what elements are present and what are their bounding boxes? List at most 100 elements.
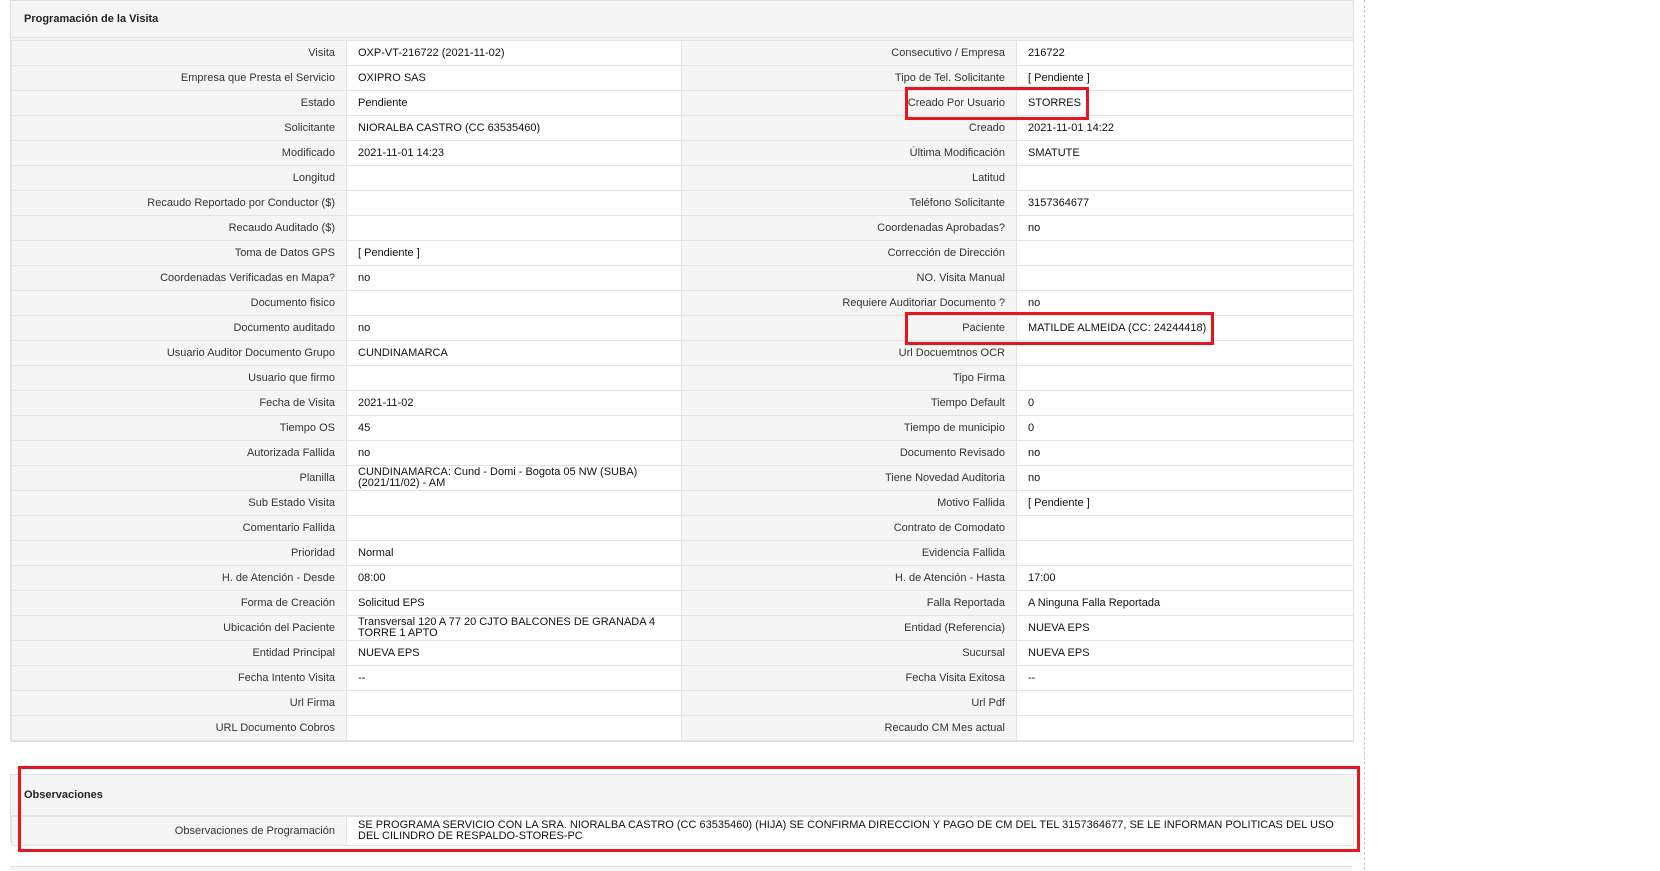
field-value bbox=[346, 290, 682, 316]
field-label: Url Docuemtnos OCR bbox=[681, 340, 1017, 366]
field-value: -- bbox=[346, 665, 682, 691]
field-label: Creado bbox=[681, 115, 1017, 141]
table-row: Prioridad Normal Evidencia Fallida bbox=[11, 540, 1354, 566]
field-value: [ Pendiente ] bbox=[1016, 65, 1354, 91]
field-value: NUEVA EPS bbox=[1016, 640, 1354, 666]
table-row: Url Firma Url Pdf bbox=[11, 690, 1354, 716]
visit-details-table: Visita OXP-VT-216722 (2021-11-02) Consecut… bbox=[11, 40, 1354, 741]
observations-label: Observaciones de Programación bbox=[11, 816, 347, 846]
field-value: [ Pendiente ] bbox=[346, 240, 682, 266]
field-label: Usuario que firmo bbox=[11, 365, 347, 391]
table-row: Tiempo OS 45 Tiempo de municipio 0 bbox=[11, 415, 1354, 441]
field-value: Solicitud EPS bbox=[346, 590, 682, 616]
table-row: Visita OXP-VT-216722 (2021-11-02) Consecut… bbox=[11, 40, 1354, 66]
field-value: no bbox=[346, 440, 682, 466]
table-row: Fecha Intento Visita -- Fecha Visita Exit… bbox=[11, 665, 1354, 691]
field-value bbox=[1016, 540, 1354, 566]
field-label: Fecha de Visita bbox=[11, 390, 347, 416]
field-value: 0 bbox=[1016, 390, 1354, 416]
field-value: OXP-VT-216722 (2021-11-02) bbox=[346, 40, 682, 66]
table-row: Documento fisico Requiere Auditoriar Docu… bbox=[11, 290, 1354, 316]
table-row: Coordenadas Verificadas en Mapa? no NO. V… bbox=[11, 265, 1354, 291]
field-value: no bbox=[1016, 215, 1354, 241]
field-value: SMATUTE bbox=[1016, 140, 1354, 166]
table-row: Recaudo Auditado ($) Coordenadas Aprobada… bbox=[11, 215, 1354, 241]
field-label: Autorizada Fallida bbox=[11, 440, 347, 466]
field-value: no bbox=[1016, 465, 1354, 491]
field-label: Creado Por Usuario bbox=[681, 90, 1017, 116]
field-value: 17:00 bbox=[1016, 565, 1354, 591]
field-value: no bbox=[1016, 440, 1354, 466]
field-label: Contrato de Comodato bbox=[681, 515, 1017, 541]
field-value bbox=[346, 165, 682, 191]
field-label: Tiene Novedad Auditoria bbox=[681, 465, 1017, 491]
field-value bbox=[346, 365, 682, 391]
field-label: Corrección de Dirección bbox=[681, 240, 1017, 266]
table-row: Estado Pendiente Creado Por Usuario STORRES bbox=[11, 90, 1354, 116]
field-value bbox=[1016, 165, 1354, 191]
field-value: no bbox=[1016, 290, 1354, 316]
field-label: Última Modificación bbox=[681, 140, 1017, 166]
field-label: Usuario Auditor Documento Grupo bbox=[11, 340, 347, 366]
field-label: Tipo Firma bbox=[681, 365, 1017, 391]
field-value bbox=[1016, 515, 1354, 541]
table-row: Documento auditado no Paciente MATILDE ALM… bbox=[11, 315, 1354, 341]
field-label: Estado bbox=[11, 90, 347, 116]
field-label: Forma de Creación bbox=[11, 590, 347, 616]
field-label: Toma de Datos GPS bbox=[11, 240, 347, 266]
field-label: Consecutivo / Empresa bbox=[681, 40, 1017, 66]
table-row: Planilla CUNDINAMARCA: Cund - Domi - Bogo… bbox=[11, 465, 1354, 491]
field-label: Tiempo OS bbox=[11, 415, 347, 441]
field-value bbox=[1016, 715, 1354, 741]
field-label: H. de Atención - Desde bbox=[11, 565, 347, 591]
field-label: Entidad Principal bbox=[11, 640, 347, 666]
observations-title: Observaciones bbox=[11, 775, 1353, 816]
table-row: Forma de Creación Solicitud EPS Falla Repo… bbox=[11, 590, 1354, 616]
field-label: Requiere Auditoriar Documento ? bbox=[681, 290, 1017, 316]
field-value bbox=[1016, 240, 1354, 266]
observations-table: Observaciones de Programación SE PROGRAM… bbox=[11, 816, 1354, 846]
field-label: Latitud bbox=[681, 165, 1017, 191]
field-label: Visita bbox=[11, 40, 347, 66]
field-label: Planilla bbox=[11, 465, 347, 491]
table-row: URL Documento Cobros Recaudo CM Mes actua… bbox=[11, 715, 1354, 741]
field-label: Url Firma bbox=[11, 690, 347, 716]
field-label: Documento Revisado bbox=[681, 440, 1017, 466]
field-label: Solicitante bbox=[11, 115, 347, 141]
field-label: Url Pdf bbox=[681, 690, 1017, 716]
field-value: Pendiente bbox=[346, 90, 682, 116]
field-label: Falla Reportada bbox=[681, 590, 1017, 616]
field-value: 2021-11-02 bbox=[346, 390, 682, 416]
dashed-divider bbox=[1364, 0, 1365, 870]
table-row: Longitud Latitud bbox=[11, 165, 1354, 191]
field-label: Documento auditado bbox=[11, 315, 347, 341]
table-row: Observaciones de Programación SE PROGRAM… bbox=[11, 816, 1354, 846]
field-label: Longitud bbox=[11, 165, 347, 191]
field-label: Evidencia Fallida bbox=[681, 540, 1017, 566]
field-label: Modificado bbox=[11, 140, 347, 166]
field-value: STORRES bbox=[1016, 90, 1354, 116]
field-value: NIORALBA CASTRO (CC 63535460) bbox=[346, 115, 682, 141]
field-value: no bbox=[346, 315, 682, 341]
field-label: Tipo de Tel. Solicitante bbox=[681, 65, 1017, 91]
visit-section-title: Programación de la Visita bbox=[11, 1, 1353, 38]
field-value: 45 bbox=[346, 415, 682, 441]
field-value: A Ninguna Falla Reportada bbox=[1016, 590, 1354, 616]
field-value: 216722 bbox=[1016, 40, 1354, 66]
field-value bbox=[1016, 340, 1354, 366]
table-row: H. de Atención - Desde 08:00 H. de Atenció… bbox=[11, 565, 1354, 591]
table-row: Usuario Auditor Documento Grupo CUNDINAMA… bbox=[11, 340, 1354, 366]
field-value: 2021-11-01 14:23 bbox=[346, 140, 682, 166]
field-label: Paciente bbox=[681, 315, 1017, 341]
field-value: CUNDINAMARCA: Cund - Domi - Bogota 05 NW… bbox=[346, 465, 682, 491]
field-value: NUEVA EPS bbox=[1016, 615, 1354, 641]
field-label: URL Documento Cobros bbox=[11, 715, 347, 741]
field-value: -- bbox=[1016, 665, 1354, 691]
field-value: 08:00 bbox=[346, 565, 682, 591]
field-label: Documento fisico bbox=[11, 290, 347, 316]
field-value bbox=[346, 215, 682, 241]
observations-panel: Observaciones Observaciones de Programac… bbox=[10, 774, 1354, 846]
table-row: Autorizada Fallida no Documento Revisado … bbox=[11, 440, 1354, 466]
field-label: Coordenadas Verificadas en Mapa? bbox=[11, 265, 347, 291]
field-value: 0 bbox=[1016, 415, 1354, 441]
